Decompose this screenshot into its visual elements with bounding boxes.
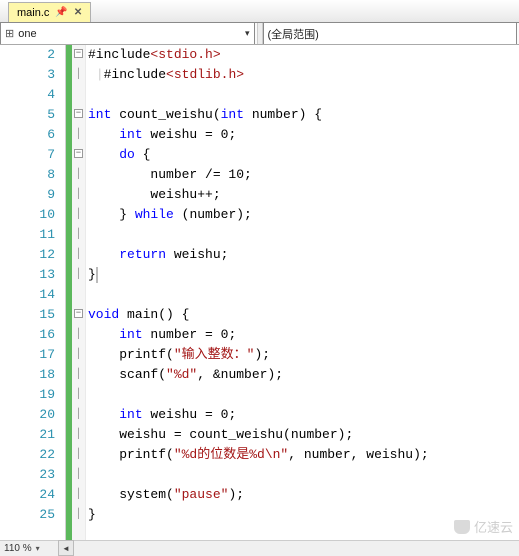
fold-guide: [72, 85, 85, 105]
fold-guide: │: [72, 185, 85, 205]
fold-toggle[interactable]: −: [72, 45, 85, 65]
scope-right-label: (全局范围): [268, 26, 319, 42]
file-tab-main-c[interactable]: main.c 📌 ✕: [8, 2, 91, 22]
fold-guide: │: [72, 345, 85, 365]
code-line: return weishu;: [88, 245, 519, 265]
fold-guide: │: [72, 205, 85, 225]
line-number: 20: [0, 405, 65, 425]
fold-guide: │: [72, 245, 85, 265]
line-number: 11: [0, 225, 65, 245]
code-line: [88, 225, 519, 245]
line-number: 25: [0, 505, 65, 525]
code-line: weishu = count_weishu(number);: [88, 425, 519, 445]
line-number: 22: [0, 445, 65, 465]
fold-column: − │ − │ − │ │ │ │ │ │ − │ │ │ │ │ │ │ │ …: [72, 45, 86, 540]
tab-bar: main.c 📌 ✕: [0, 0, 519, 23]
code-line: system("pause");: [88, 485, 519, 505]
fold-guide: │: [72, 425, 85, 445]
chevron-down-icon: ▾: [245, 28, 250, 39]
fold-toggle[interactable]: −: [72, 145, 85, 165]
chevron-down-icon[interactable]: ▾: [36, 544, 40, 553]
code-line: int weishu = 0;: [88, 125, 519, 145]
fold-guide: │: [72, 405, 85, 425]
fold-toggle[interactable]: −: [72, 105, 85, 125]
fold-guide: │: [72, 265, 85, 285]
code-line: int count_weishu(int number) {: [88, 105, 519, 125]
code-line: do {: [88, 145, 519, 165]
code-line: printf("输入整数：");: [88, 345, 519, 365]
fold-guide: │: [72, 465, 85, 485]
fold-toggle[interactable]: −: [72, 305, 85, 325]
code-line: |#include<stdlib.h>: [88, 65, 519, 85]
tab-filename: main.c: [17, 7, 49, 19]
line-number: 4: [0, 85, 65, 105]
line-number: 19: [0, 385, 65, 405]
line-number-gutter: 2 3 4 5 6 7 8 9 10 11 12 13 14 15 16 17 …: [0, 45, 66, 540]
line-number: 13: [0, 265, 65, 285]
line-number: 3: [0, 65, 65, 85]
code-line: scanf("%d", &number);: [88, 365, 519, 385]
code-line: #include<stdio.h>: [88, 45, 519, 65]
code-line: number /= 10;: [88, 165, 519, 185]
fold-guide: │: [72, 65, 85, 85]
fold-guide: │: [72, 385, 85, 405]
code-editor[interactable]: 2 3 4 5 6 7 8 9 10 11 12 13 14 15 16 17 …: [0, 45, 519, 540]
line-number: 15: [0, 305, 65, 325]
fold-guide: │: [72, 485, 85, 505]
line-number: 8: [0, 165, 65, 185]
line-number: 9: [0, 185, 65, 205]
watermark: 亿速云: [454, 517, 513, 536]
line-number: 17: [0, 345, 65, 365]
line-number: 10: [0, 205, 65, 225]
scope-dropdown-left[interactable]: ⊞ one ▾: [0, 23, 255, 44]
zoom-level[interactable]: 110 %: [4, 543, 32, 554]
fold-guide: │: [72, 225, 85, 245]
fold-guide: │: [72, 365, 85, 385]
scope-icon: ⊞: [5, 27, 14, 40]
code-line: int number = 0;: [88, 325, 519, 345]
line-number: 24: [0, 485, 65, 505]
cloud-icon: [454, 520, 470, 534]
pin-icon[interactable]: 📌: [55, 7, 67, 18]
scope-label: one: [18, 28, 36, 40]
line-number: 14: [0, 285, 65, 305]
scope-dropdown-right[interactable]: (全局范围): [263, 23, 518, 44]
fold-guide: │: [72, 445, 85, 465]
code-line: printf("%d的位数是%d\n", number, weishu);: [88, 445, 519, 465]
code-line: int weishu = 0;: [88, 405, 519, 425]
line-number: 16: [0, 325, 65, 345]
code-line: weishu++;: [88, 185, 519, 205]
status-bar: 110 % ▾ ◄: [0, 540, 519, 556]
fold-guide: │: [72, 505, 85, 525]
navigation-toolbar: ⊞ one ▾ (全局范围): [0, 23, 519, 45]
line-number: 18: [0, 365, 65, 385]
line-number: 23: [0, 465, 65, 485]
scroll-left-button[interactable]: ◄: [58, 540, 74, 556]
code-line: [88, 385, 519, 405]
code-line: void main() {: [88, 305, 519, 325]
line-number: 5: [0, 105, 65, 125]
watermark-text: 亿速云: [474, 517, 513, 536]
line-number: 12: [0, 245, 65, 265]
close-icon[interactable]: ✕: [74, 7, 82, 18]
fold-guide: │: [72, 165, 85, 185]
code-area[interactable]: #include<stdio.h> |#include<stdlib.h> in…: [86, 45, 519, 540]
code-line: [88, 85, 519, 105]
line-number: 7: [0, 145, 65, 165]
line-number: 21: [0, 425, 65, 445]
text-caret: [96, 267, 98, 283]
line-number: 6: [0, 125, 65, 145]
fold-guide: │: [72, 125, 85, 145]
code-line: [88, 465, 519, 485]
fold-guide: [72, 285, 85, 305]
fold-guide: │: [72, 325, 85, 345]
code-line: }: [88, 265, 519, 285]
code-line: [88, 285, 519, 305]
line-number: 2: [0, 45, 65, 65]
code-line: } while (number);: [88, 205, 519, 225]
